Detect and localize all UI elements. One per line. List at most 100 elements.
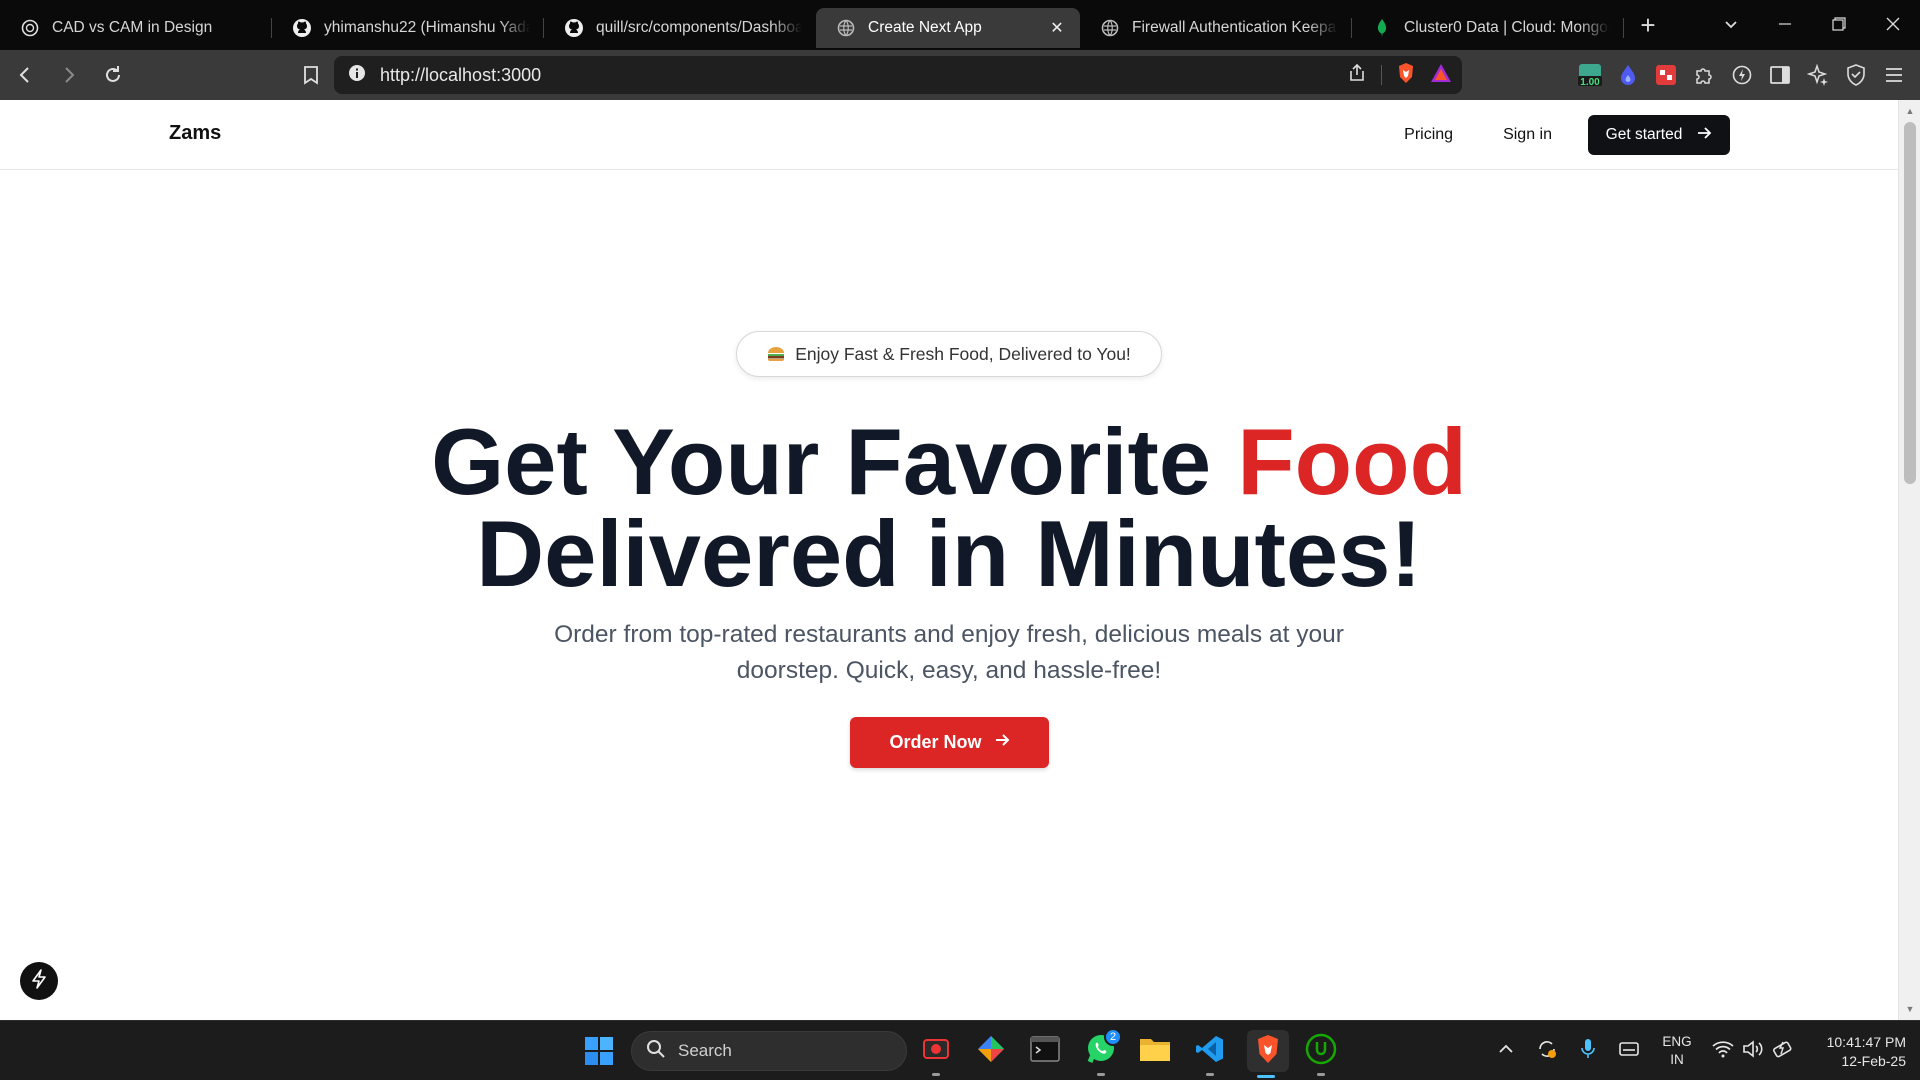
system-clock[interactable]: 10:41:47 PM 12-Feb-25 [1806,1033,1906,1071]
screen-recorder-icon [921,1034,951,1069]
quick-settings[interactable] [1712,1021,1794,1080]
extensions-puzzle-icon[interactable] [1690,61,1718,89]
region-code: IN [1670,1052,1684,1067]
extensions-row: 1.00 [1576,56,1908,94]
github-icon [292,18,312,38]
brand-logo[interactable]: Zams [169,122,221,145]
brave-shields-icon[interactable] [1396,62,1416,89]
taskbar-search-box[interactable]: Search [631,1031,907,1071]
windows-taskbar: Search 2 ENG IN 10:41:47 PM 12-Feb-25 [0,1020,1920,1080]
tab-cad-vs-cam[interactable]: CAD vs CAM in Design [0,8,272,48]
windows-start-icon[interactable] [583,1035,615,1067]
speed-extension-icon[interactable] [1728,61,1756,89]
keyboard-layout-icon[interactable] [1618,1040,1640,1063]
bookmark-icon[interactable] [292,56,330,94]
nav-pricing-link[interactable]: Pricing [1404,126,1453,144]
nav-signin-link[interactable]: Sign in [1503,126,1552,144]
get-started-label: Get started [1605,126,1683,143]
sidebar-toggle-icon[interactable] [1766,61,1794,89]
taskbar-upwork[interactable] [1302,1032,1340,1076]
restore-button[interactable] [1812,0,1866,48]
tab-github-profile[interactable]: yhimanshu22 (Himanshu Yadav) [272,8,544,48]
upwork-icon [1305,1033,1337,1070]
scroll-up-icon[interactable]: ▲ [1899,102,1920,120]
burger-emoji-icon [767,346,785,362]
running-indicator [1317,1073,1325,1076]
announcement-pill: Enjoy Fast & Fresh Food, Delivered to Yo… [736,331,1162,377]
brave-browser-icon [1254,1034,1282,1069]
tab-create-next-app[interactable]: Create Next App ✕ [816,8,1080,48]
whatsapp-badge: 2 [1104,1028,1122,1046]
running-indicator [1206,1073,1214,1076]
taskbar-whatsapp[interactable]: 2 [1082,1028,1122,1076]
scroll-down-icon[interactable]: ▼ [1899,1000,1920,1018]
terminal-icon [1030,1035,1060,1067]
brave-rewards-icon[interactable] [1430,63,1452,88]
tab-search-chevron-icon[interactable] [1704,0,1758,48]
leo-ai-icon[interactable] [1804,61,1832,89]
page-viewport: Zams Pricing Sign in Get started Enjoy F… [0,100,1898,1020]
system-tray [1498,1021,1640,1080]
close-window-button[interactable] [1866,0,1920,48]
announcement-text: Enjoy Fast & Fresh Food, Delivered to Yo… [795,343,1131,364]
tab-title: yhimanshu22 (Himanshu Yadav) [324,19,530,36]
new-tab-button[interactable]: + [1628,5,1668,45]
reload-button[interactable] [94,56,132,94]
tab-title: Cluster0 Data | Cloud: MongoDB [1404,19,1610,36]
nav-links: Pricing Sign in Get started [1404,115,1730,155]
search-icon [646,1039,666,1064]
taskbar-file-explorer[interactable] [1136,1032,1174,1070]
droplet-extension-icon[interactable] [1614,61,1642,89]
browser-toolbar: http://localhost:3000 1.00 [0,50,1920,100]
nextjs-dev-indicator[interactable] [20,962,58,1000]
hero-title-accent: Food [1237,409,1467,514]
vpn-shield-icon[interactable] [1842,61,1870,89]
address-bar[interactable]: http://localhost:3000 [334,56,1462,94]
tab-mongodb-cluster[interactable]: Cluster0 Data | Cloud: MongoDB [1352,8,1624,48]
divider [1381,65,1382,85]
taskbar-git-app[interactable] [972,1032,1010,1070]
get-started-button[interactable]: Get started [1588,115,1730,155]
arrow-right-icon [1696,125,1712,146]
active-indicator [1257,1075,1275,1078]
extension-counter-icon[interactable]: 1.00 [1576,61,1604,89]
page-scrollbar[interactable]: ▲ ▼ [1898,100,1920,1020]
running-indicator [932,1073,940,1076]
clock-date: 12-Feb-25 [1841,1053,1906,1069]
input-language-indicator[interactable]: ENG IN [1660,1033,1694,1069]
taskbar-vscode[interactable] [1191,1032,1229,1076]
tab-github-quill[interactable]: quill/src/components/Dashboard [544,8,816,48]
url-text[interactable]: http://localhost:3000 [380,65,541,86]
show-hidden-icons-chevron-icon[interactable] [1498,1041,1514,1062]
order-now-button[interactable]: Order Now [850,717,1049,768]
microphone-icon[interactable] [1580,1038,1596,1065]
share-icon[interactable] [1347,63,1367,88]
battery-charging-icon [1772,1039,1794,1064]
tab-title: Firewall Authentication Keepalive [1132,19,1338,36]
folder-icon [1139,1035,1171,1068]
red-extension-icon[interactable] [1652,61,1680,89]
back-button[interactable] [6,56,44,94]
language-code: ENG [1662,1034,1692,1049]
globe-icon [836,18,856,38]
hero-title: Get Your Favorite Food Delivered in Minu… [0,415,1898,601]
hero-title-part1: Get Your Favorite [431,409,1238,514]
mongodb-leaf-icon [1372,18,1392,38]
clock-time: 10:41:47 PM [1826,1034,1906,1050]
lightning-icon [30,968,48,994]
close-tab-icon[interactable]: ✕ [1048,19,1066,37]
taskbar-screen-recorder[interactable] [917,1032,955,1076]
browser-tab-strip: CAD vs CAM in Design yhimanshu22 (Himans… [0,0,1920,50]
taskbar-brave-browser[interactable] [1247,1030,1289,1078]
tab-firewall-auth[interactable]: Firewall Authentication Keepalive [1080,8,1352,48]
tab-title: CAD vs CAM in Design [52,19,213,36]
running-indicator [1097,1073,1105,1076]
sync-status-icon[interactable] [1536,1038,1558,1065]
minimize-button[interactable] [1758,0,1812,48]
forward-button[interactable] [50,56,88,94]
extension-badge: 1.00 [1580,77,1600,88]
menu-icon[interactable] [1880,61,1908,89]
site-info-icon[interactable] [348,64,366,87]
taskbar-terminal[interactable] [1026,1032,1064,1070]
scrollbar-thumb[interactable] [1904,122,1916,484]
